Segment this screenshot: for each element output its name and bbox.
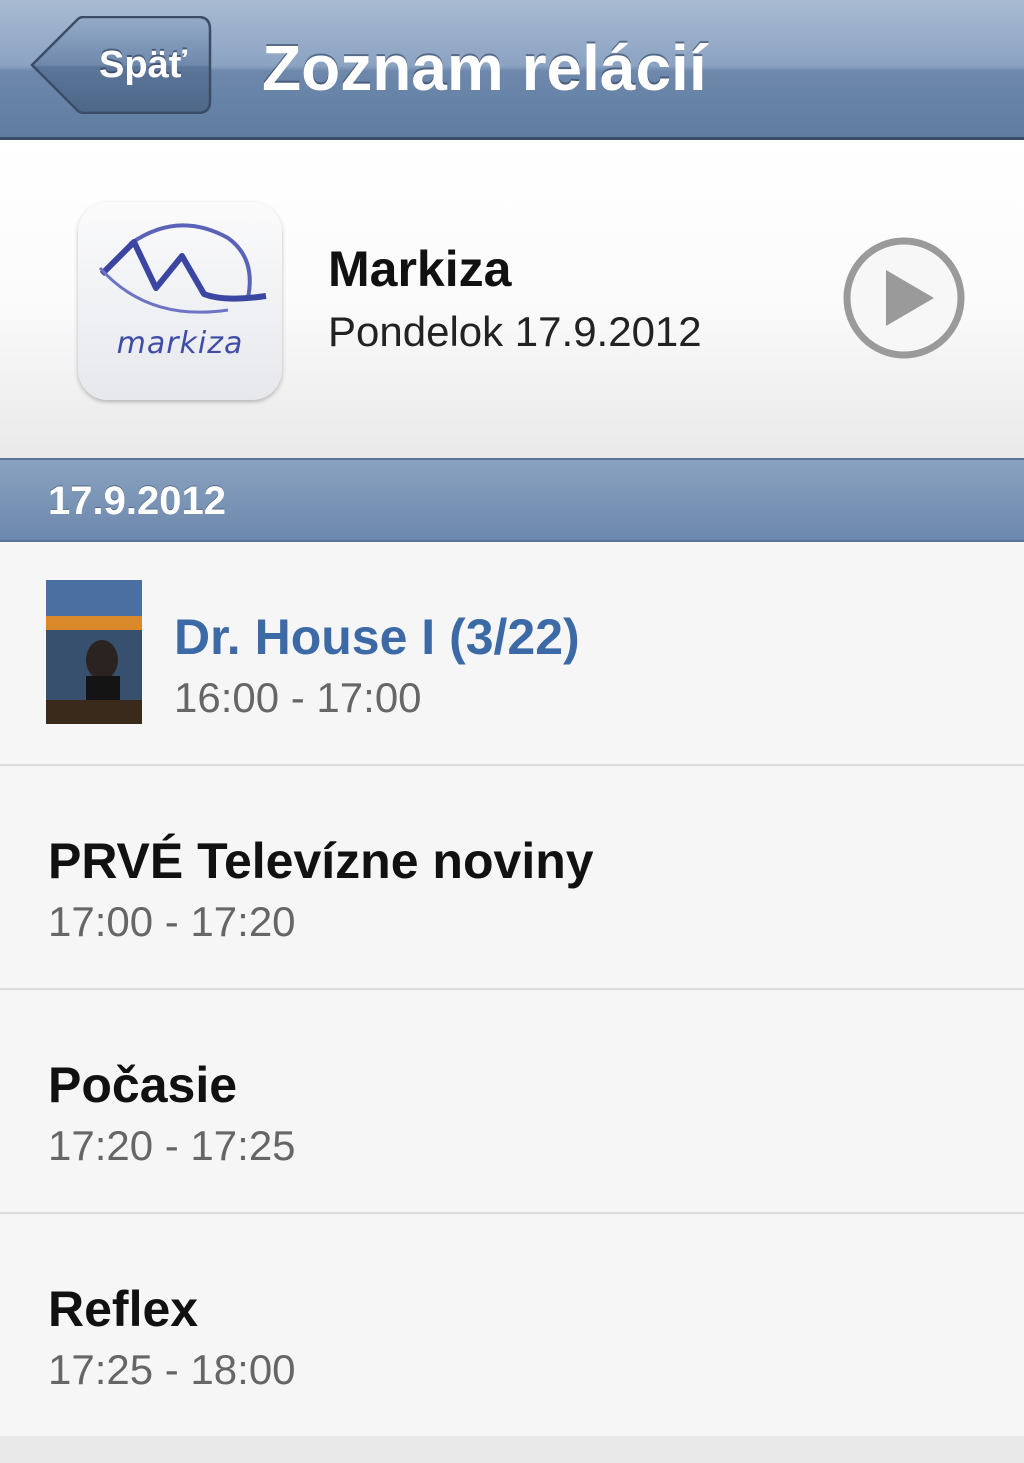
channel-name: Markiza — [328, 241, 512, 297]
program-time: 17:25 - 18:00 — [48, 1346, 296, 1393]
channel-logo: markiza — [78, 202, 282, 400]
page-title: Zoznam relácií — [262, 32, 707, 104]
program-row[interactable]: Reflex 17:25 - 18:00 — [0, 1214, 1024, 1438]
channel-date: Pondelok 17.9.2012 — [328, 308, 702, 355]
play-button[interactable] — [842, 236, 966, 360]
poster-image-icon — [46, 580, 142, 724]
program-time: 16:00 - 17:00 — [174, 674, 422, 721]
program-title: PRVÉ Televízne noviny — [48, 833, 594, 889]
logo-wordmark: markiza — [116, 326, 244, 361]
program-title: Počasie — [48, 1057, 238, 1113]
program-time: 17:20 - 17:25 — [48, 1122, 296, 1169]
section-header: 17.9.2012 — [0, 458, 1024, 542]
back-button-label: Späť — [99, 44, 187, 86]
play-circle-icon — [843, 237, 965, 359]
navigation-bar: Späť Zoznam relácií — [0, 0, 1024, 140]
section-date-title: 17.9.2012 — [48, 479, 226, 523]
program-row[interactable]: Počasie 17:20 - 17:25 — [0, 990, 1024, 1214]
markiza-logo-icon — [98, 223, 267, 314]
list-bottom-edge — [0, 1436, 1024, 1463]
channel-header: markiza Markiza Pondelok 17.9.2012 — [0, 140, 1024, 458]
program-row[interactable]: PRVÉ Televízne noviny 17:00 - 17:20 — [0, 766, 1024, 990]
program-row[interactable]: Dr. House I (3/22) 16:00 - 17:00 — [0, 542, 1024, 766]
program-time: 17:00 - 17:20 — [48, 898, 296, 945]
program-thumbnail — [46, 580, 142, 724]
program-title: Reflex — [48, 1281, 199, 1337]
program-title: Dr. House I (3/22) — [174, 609, 580, 665]
back-button[interactable]: Späť — [30, 16, 212, 114]
